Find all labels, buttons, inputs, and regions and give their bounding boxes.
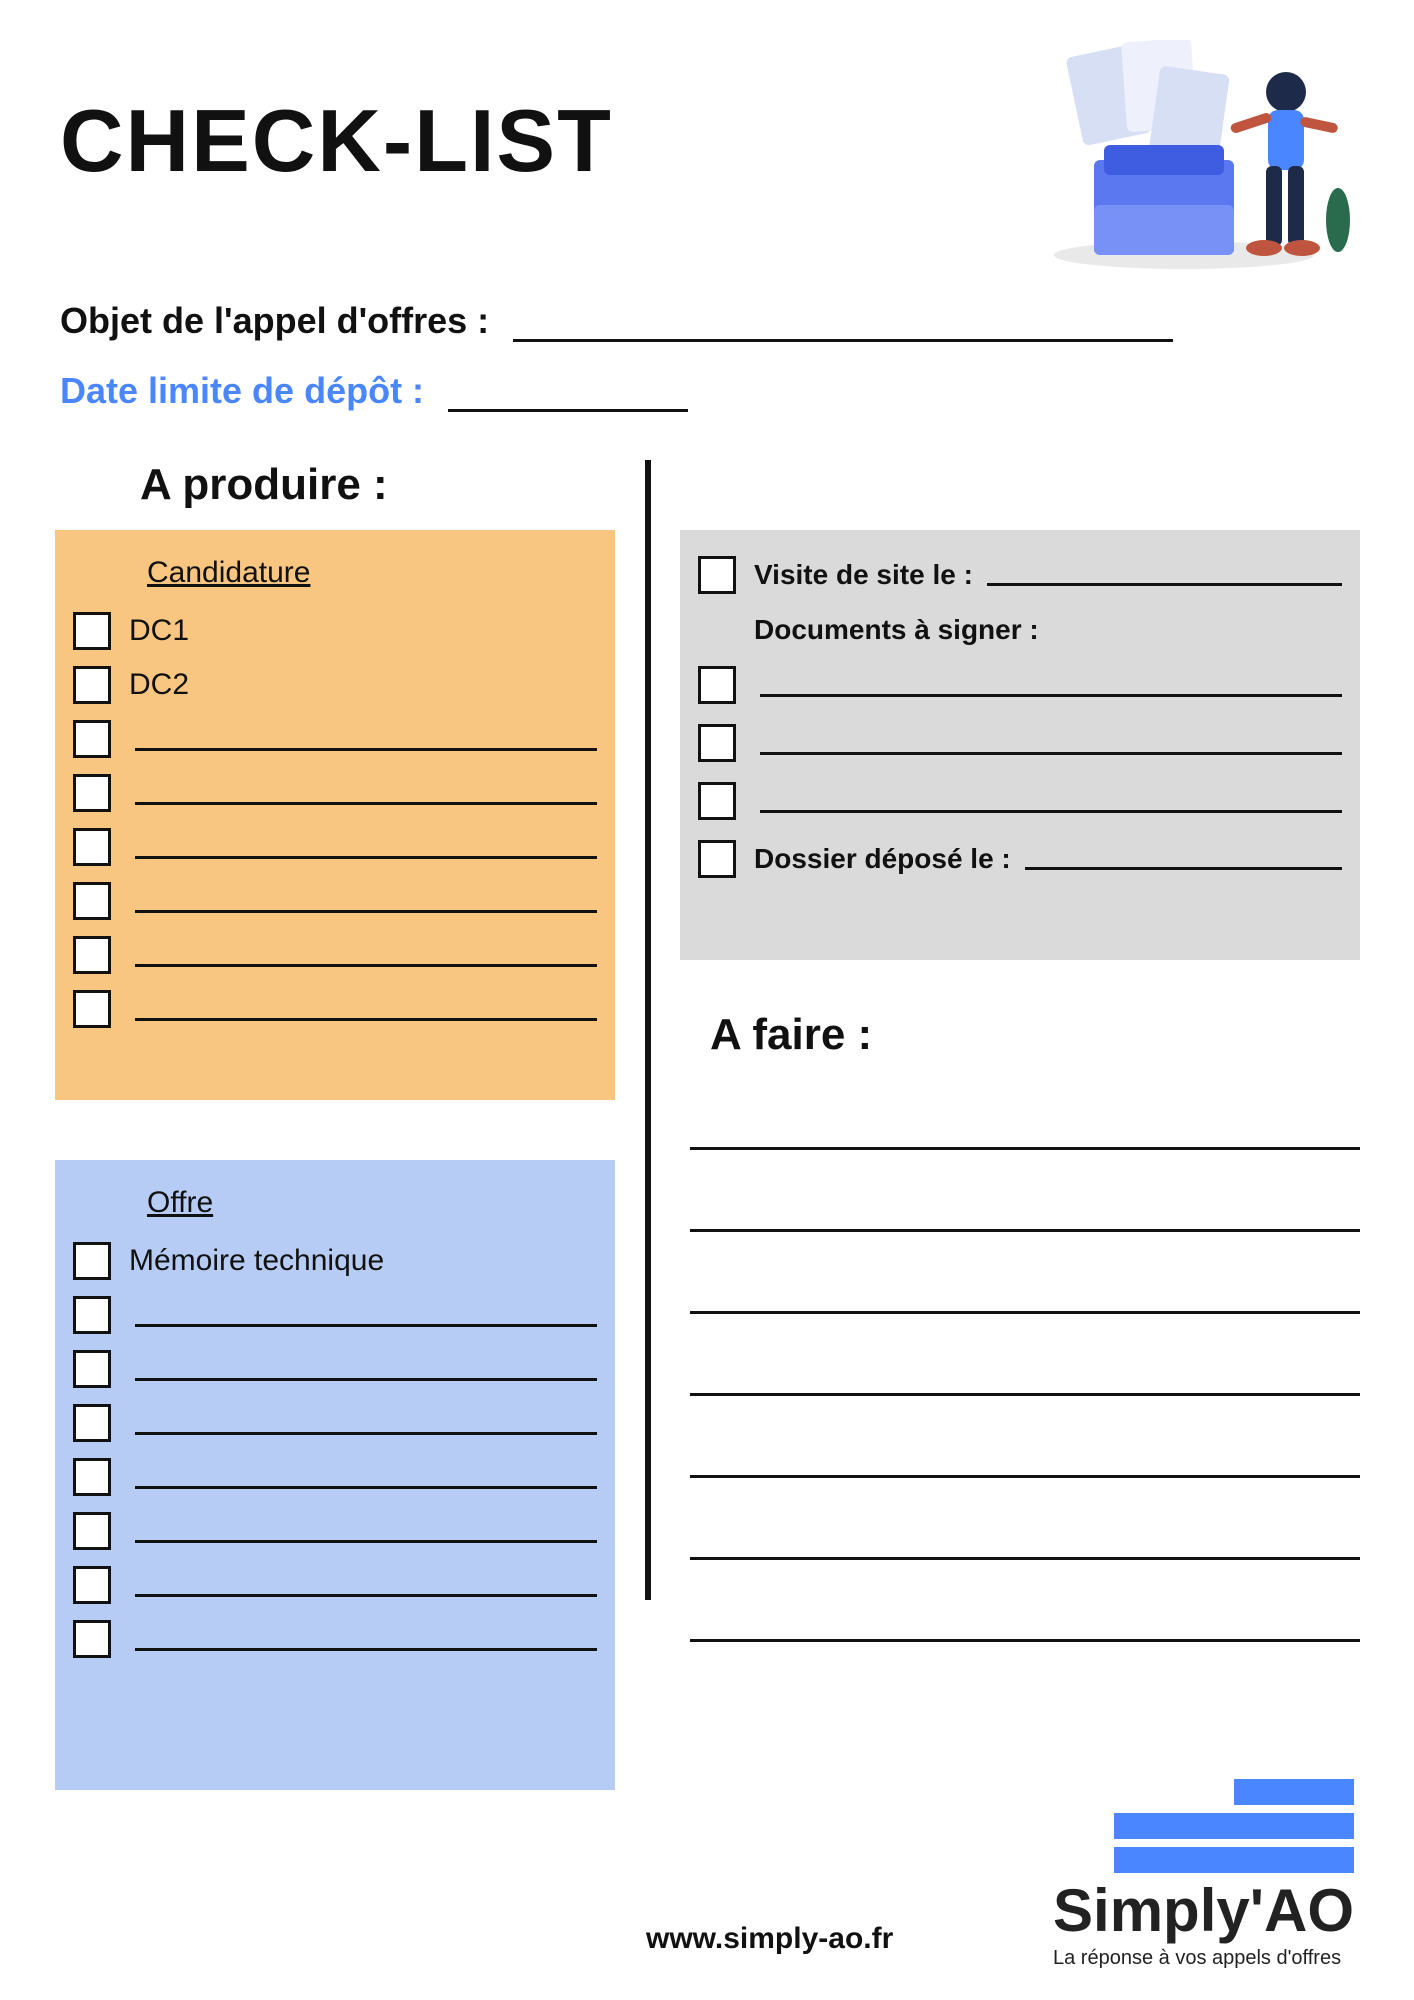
visite-date-line[interactable] <box>987 564 1342 586</box>
offre-blank-5-row <box>73 1566 597 1604</box>
candidature-blank-1-write-line[interactable] <box>135 781 597 805</box>
offre-blank-4-checkbox[interactable] <box>73 1512 111 1550</box>
doc-sign-row-2 <box>698 782 1342 820</box>
doc-sign-row-1 <box>698 724 1342 762</box>
todo-block <box>690 1110 1360 1684</box>
candidature-blank-3-checkbox[interactable] <box>73 882 111 920</box>
meta-block: Objet de l'appel d'offres : Date limite … <box>60 300 1173 440</box>
meta-row-objet: Objet de l'appel d'offres : <box>60 300 1173 342</box>
candidature-blank-2-write-line[interactable] <box>135 835 597 859</box>
offre-item-0-label: Mémoire technique <box>129 1244 384 1278</box>
doc-sign-row-0 <box>698 666 1342 704</box>
offre-blank-2-write-line[interactable] <box>135 1411 597 1435</box>
visite-label: Visite de site le : <box>754 559 973 591</box>
brand-tagline: La réponse à vos appels d'offres <box>1053 1947 1354 1970</box>
panel-tracking: Visite de site le : Documents à signer :… <box>680 530 1360 960</box>
candidature-blank-4-write-line[interactable] <box>135 943 597 967</box>
section-faire: A faire : <box>710 1010 872 1060</box>
todo-line-5[interactable] <box>690 1520 1360 1560</box>
offre-blank-6-checkbox[interactable] <box>73 1620 111 1658</box>
date-label: Date limite de dépôt : <box>60 370 424 412</box>
brand-logo-icon <box>1053 1779 1354 1873</box>
section-produire: A produire : <box>140 460 388 510</box>
offre-blank-1-row <box>73 1350 597 1388</box>
todo-line-3[interactable] <box>690 1356 1360 1396</box>
candidature-blank-2-row <box>73 828 597 866</box>
visite-row: Visite de site le : <box>698 556 1342 594</box>
candidature-blank-0-row <box>73 720 597 758</box>
candidature-blank-2-checkbox[interactable] <box>73 828 111 866</box>
todo-line-0[interactable] <box>690 1110 1360 1150</box>
candidature-heading: Candidature <box>147 556 597 590</box>
doc-sign-checkbox-2[interactable] <box>698 782 736 820</box>
objet-input-line[interactable] <box>513 312 1173 342</box>
depot-label: Dossier déposé le : <box>754 843 1011 875</box>
doc-sign-line-0[interactable] <box>760 673 1342 697</box>
candidature-blank-4-row <box>73 936 597 974</box>
visite-checkbox[interactable] <box>698 556 736 594</box>
page-title: CHECK-LIST <box>60 90 613 192</box>
offre-blank-6-row <box>73 1620 597 1658</box>
offre-blank-2-checkbox[interactable] <box>73 1404 111 1442</box>
candidature-item-0-checkbox[interactable] <box>73 612 111 650</box>
candidature-blank-1-checkbox[interactable] <box>73 774 111 812</box>
todo-line-2[interactable] <box>690 1274 1360 1314</box>
offre-blank-0-write-line[interactable] <box>135 1303 597 1327</box>
offre-blank-1-checkbox[interactable] <box>73 1350 111 1388</box>
doc-sign-checkbox-0[interactable] <box>698 666 736 704</box>
docs-label: Documents à signer : <box>754 614 1039 646</box>
offre-blank-3-row <box>73 1458 597 1496</box>
doc-sign-line-2[interactable] <box>760 789 1342 813</box>
candidature-blank-1-row <box>73 774 597 812</box>
date-input-line[interactable] <box>448 382 688 412</box>
objet-label: Objet de l'appel d'offres : <box>60 300 489 342</box>
candidature-blank-0-write-line[interactable] <box>135 727 597 751</box>
todo-line-4[interactable] <box>690 1438 1360 1478</box>
candidature-blank-3-row <box>73 882 597 920</box>
candidature-blank-5-write-line[interactable] <box>135 997 597 1021</box>
docs-header-row: Documents à signer : <box>698 614 1342 646</box>
doc-sign-line-1[interactable] <box>760 731 1342 755</box>
footer-url: www.simply-ao.fr <box>646 1922 893 1956</box>
candidature-item-0-label: DC1 <box>129 614 189 648</box>
depot-date-line[interactable] <box>1025 848 1342 870</box>
offre-blank-0-row <box>73 1296 597 1334</box>
todo-line-1[interactable] <box>690 1192 1360 1232</box>
offre-blank-1-write-line[interactable] <box>135 1357 597 1381</box>
candidature-blank-3-write-line[interactable] <box>135 889 597 913</box>
offre-blank-3-write-line[interactable] <box>135 1465 597 1489</box>
panel-candidature: Candidature DC1 DC2 <box>55 530 615 1100</box>
depot-row: Dossier déposé le : <box>698 840 1342 878</box>
offre-blank-0-checkbox[interactable] <box>73 1296 111 1334</box>
offre-item-0-checkbox[interactable] <box>73 1242 111 1280</box>
offre-blank-4-write-line[interactable] <box>135 1519 597 1543</box>
brand-block: Simply'AO La réponse à vos appels d'offr… <box>1053 1779 1354 1970</box>
offre-item-0-row: Mémoire technique <box>73 1242 597 1280</box>
candidature-blank-0-checkbox[interactable] <box>73 720 111 758</box>
todo-line-6[interactable] <box>690 1602 1360 1642</box>
offre-blank-6-write-line[interactable] <box>135 1627 597 1651</box>
offre-blank-3-checkbox[interactable] <box>73 1458 111 1496</box>
hero-illustration <box>1034 40 1354 270</box>
candidature-item-1-row: DC2 <box>73 666 597 704</box>
offre-blank-4-row <box>73 1512 597 1550</box>
doc-sign-checkbox-1[interactable] <box>698 724 736 762</box>
brand-name: Simply'AO <box>1053 1881 1354 1941</box>
offre-heading: Offre <box>147 1186 597 1220</box>
candidature-blank-5-checkbox[interactable] <box>73 990 111 1028</box>
candidature-blank-5-row <box>73 990 597 1028</box>
offre-blank-5-checkbox[interactable] <box>73 1566 111 1604</box>
offre-blank-5-write-line[interactable] <box>135 1573 597 1597</box>
candidature-item-1-checkbox[interactable] <box>73 666 111 704</box>
meta-row-date: Date limite de dépôt : <box>60 370 1173 412</box>
candidature-blank-4-checkbox[interactable] <box>73 936 111 974</box>
offre-blank-2-row <box>73 1404 597 1442</box>
depot-checkbox[interactable] <box>698 840 736 878</box>
column-divider <box>645 460 651 1600</box>
candidature-item-0-row: DC1 <box>73 612 597 650</box>
candidature-item-1-label: DC2 <box>129 668 189 702</box>
panel-offre: Offre Mémoire technique <box>55 1160 615 1790</box>
